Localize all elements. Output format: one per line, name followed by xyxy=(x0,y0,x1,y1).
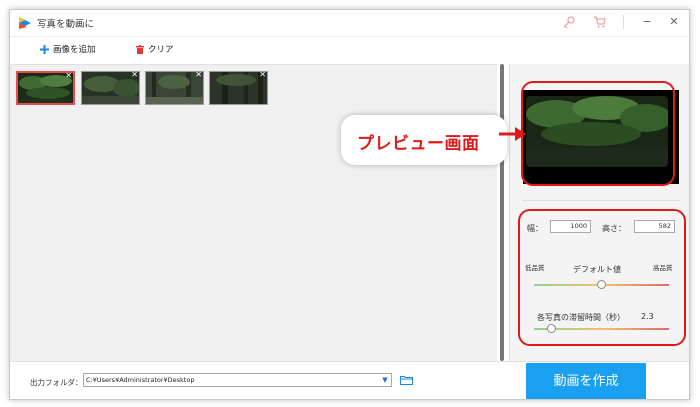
width-label: 幅： xyxy=(527,224,543,233)
trash-icon xyxy=(136,44,144,54)
default-value-label: デフォルト値 xyxy=(573,265,621,274)
add-image-label: 画像を追加 xyxy=(53,45,96,55)
settings-pane: 幅： 1000 高さ： 582 低品質 デフォルト値 高品質 各写真の滞留時間（… xyxy=(509,64,689,361)
thumbnail-photo-3[interactable]: ✕ xyxy=(145,71,204,105)
add-image-button[interactable]: 画像を追加 xyxy=(40,43,96,55)
quality-slider-knob[interactable] xyxy=(597,280,606,289)
quality-slider[interactable] xyxy=(534,280,669,289)
app-window: 写真を動画に − ✕ 画像を追加 クリア ✕ ✕ ✕ ✕ 幅： 1000 高さ：… xyxy=(9,9,690,400)
duration-slider[interactable] xyxy=(534,324,669,333)
window-title: 写真を動画に xyxy=(37,19,95,30)
duration-label: 各写真の滞留時間（秒） xyxy=(537,313,625,322)
width-input[interactable]: 1000 xyxy=(550,220,591,233)
image-list-pane: ✕ ✕ ✕ ✕ xyxy=(10,64,497,361)
thumbnail-photo-4[interactable]: ✕ xyxy=(209,71,268,105)
minimize-button[interactable]: − xyxy=(637,14,657,30)
clear-button[interactable]: クリア xyxy=(136,43,174,55)
folder-icon[interactable] xyxy=(400,375,413,385)
title-divider xyxy=(623,15,624,29)
create-video-button[interactable]: 動画を作成 xyxy=(526,363,646,399)
thumbnail-photo-1[interactable]: ✕ xyxy=(16,71,75,105)
cart-icon[interactable] xyxy=(593,15,607,29)
remove-thumbnail-icon[interactable]: ✕ xyxy=(259,72,266,80)
app-logo-icon xyxy=(19,17,31,29)
remove-thumbnail-icon[interactable]: ✕ xyxy=(65,73,72,81)
output-path: C:¥Users¥Administrator¥Desktop xyxy=(86,376,195,384)
close-button[interactable]: ✕ xyxy=(664,14,684,30)
key-icon[interactable] xyxy=(562,15,576,29)
bottom-bar: 出力フォルダ： C:¥Users¥Administrator¥Desktop ▼… xyxy=(10,361,689,399)
duration-value: 2.3 xyxy=(641,312,654,321)
low-quality-label: 低品質 xyxy=(525,264,545,272)
remove-thumbnail-icon[interactable]: ✕ xyxy=(131,72,138,80)
clear-label: クリア xyxy=(148,45,174,55)
height-input[interactable]: 582 xyxy=(634,220,675,233)
chevron-down-icon[interactable]: ▼ xyxy=(380,374,390,386)
title-bar: 写真を動画に − ✕ xyxy=(10,10,689,36)
pane-scrollbar[interactable] xyxy=(500,64,504,361)
high-quality-label: 高品質 xyxy=(653,264,673,272)
output-folder-label: 出力フォルダ： xyxy=(30,378,83,387)
height-label: 高さ： xyxy=(602,224,626,233)
divider xyxy=(522,200,680,201)
duration-slider-knob[interactable] xyxy=(546,324,556,333)
toolbar: 画像を追加 クリア xyxy=(10,36,689,64)
preview-highlight xyxy=(521,81,675,186)
output-folder-field[interactable]: C:¥Users¥Administrator¥Desktop ▼ xyxy=(83,373,392,387)
callout-text: プレビュー画面 xyxy=(357,134,480,154)
callout-arrow-icon xyxy=(499,127,526,141)
remove-thumbnail-icon[interactable]: ✕ xyxy=(195,72,202,80)
preview-callout: プレビュー画面 xyxy=(341,115,507,165)
thumbnail-photo-2[interactable]: ✕ xyxy=(81,71,140,105)
plus-icon xyxy=(40,44,49,54)
